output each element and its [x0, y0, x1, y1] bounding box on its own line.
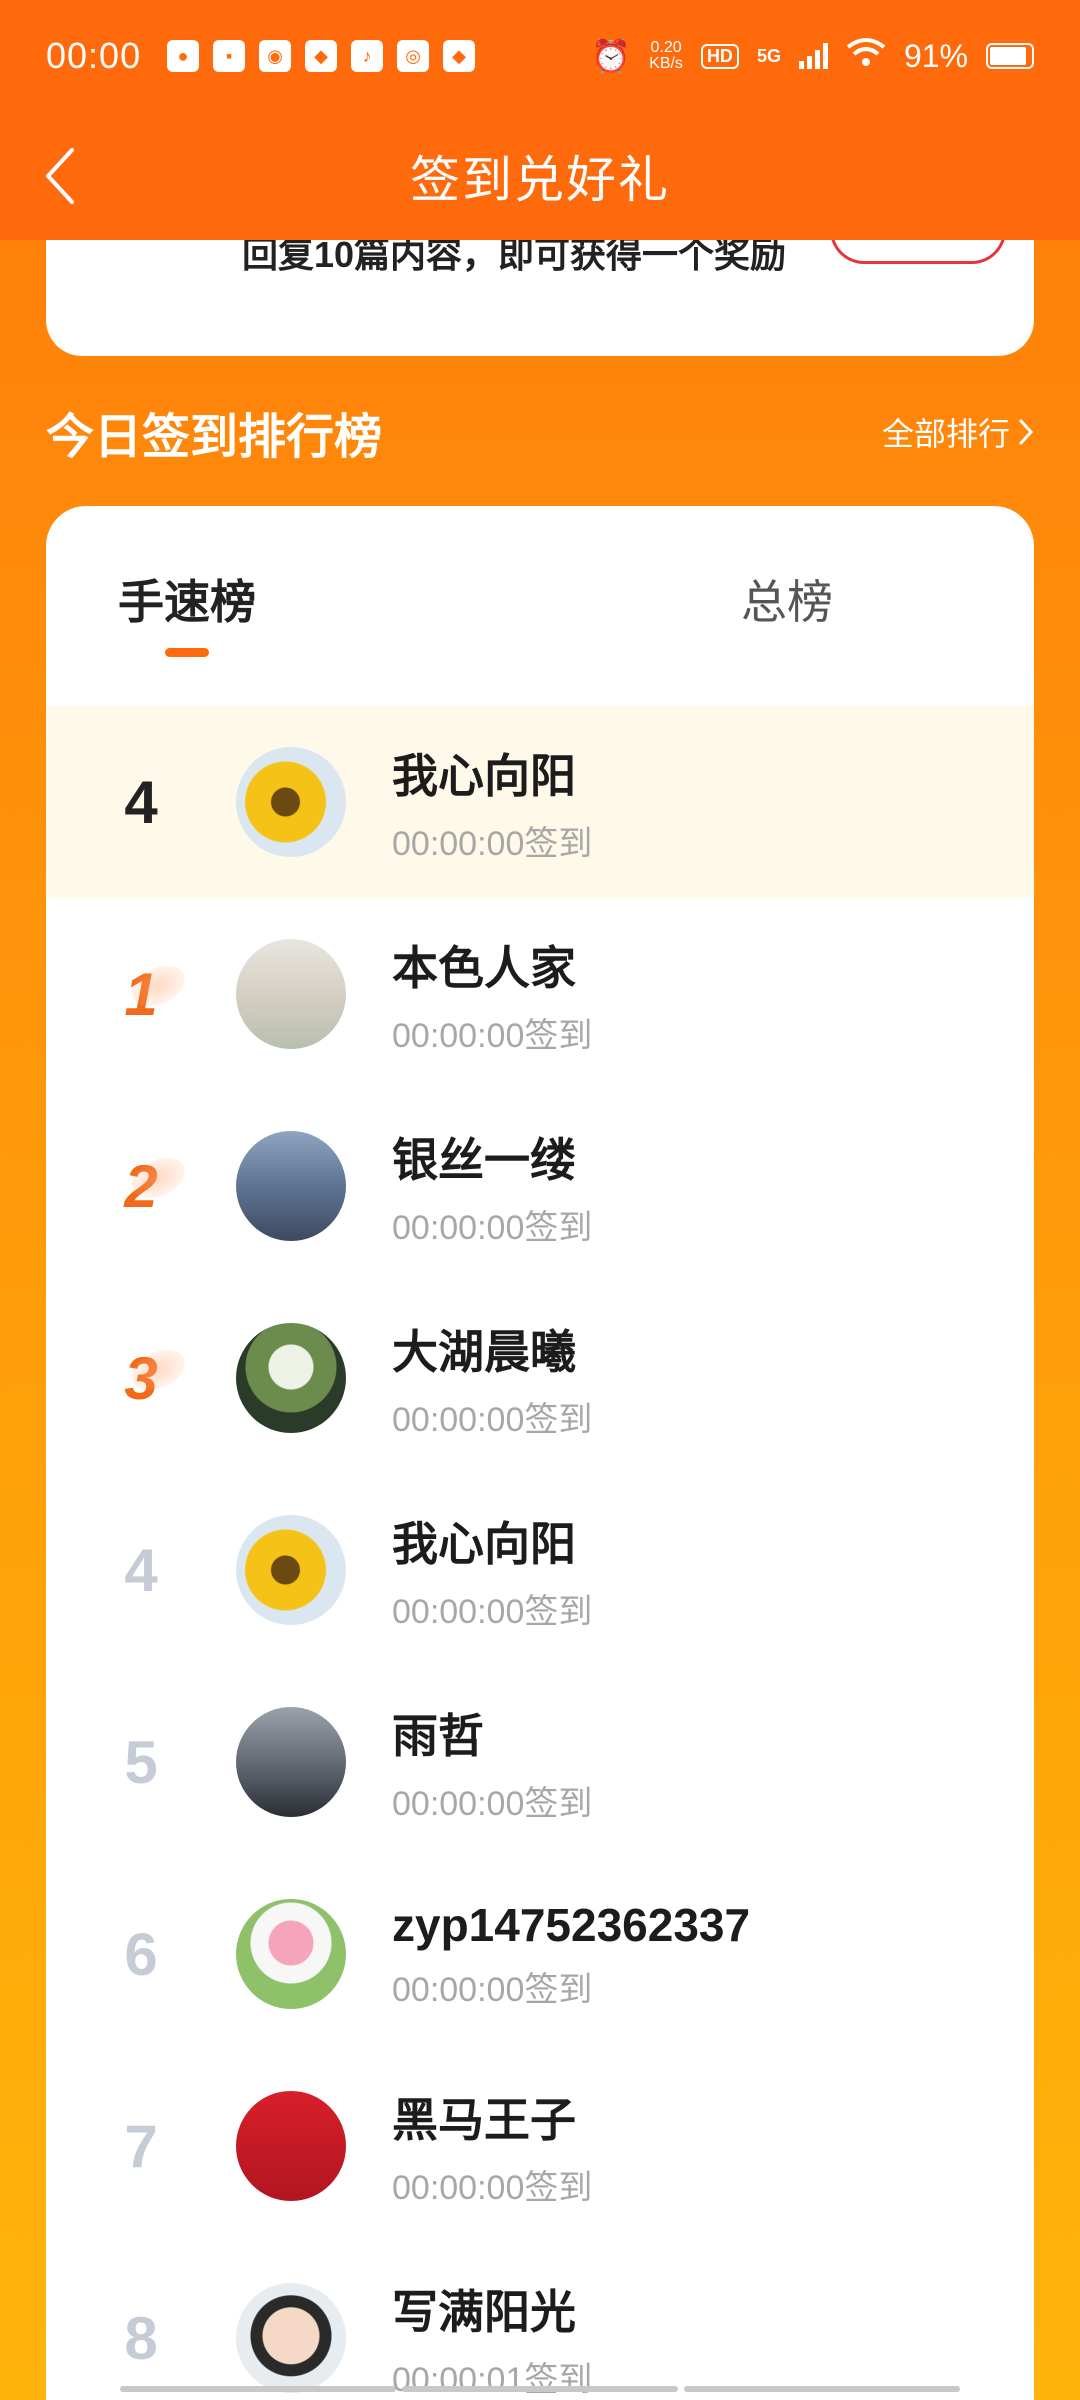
table-row[interactable]: 1 本色人家 00:00:00签到 [46, 898, 1034, 1090]
alipay-icon: ◆ [305, 40, 338, 72]
rank-number: 6 [124, 1920, 158, 1988]
table-row[interactable]: 2 银丝一缕 00:00:00签到 [46, 1090, 1034, 1282]
indicator-segment [120, 2386, 396, 2392]
page-title: 签到兑好礼 [410, 152, 670, 208]
net-speed-value: 0.20 [650, 39, 682, 56]
ranking-card: 手速榜 总榜 4 我心向阳 00:00:00签到 1 本色人家 00:00:00… [46, 506, 1034, 2400]
rank-number: 8 [124, 2304, 158, 2372]
sign-in-time: 00:00:01签到 [392, 2360, 593, 2399]
my-rank-number: 4 [124, 768, 158, 836]
tiktok-icon: ♪ [351, 40, 384, 72]
chevron-left-icon [46, 148, 74, 204]
wifi-icon [846, 37, 886, 75]
tab-label: 手速榜 [118, 576, 256, 628]
alarm-icon: ⏰ [591, 38, 632, 74]
sign-in-time: 00:00:00签到 [392, 1592, 593, 1631]
rank-number: 3 [46, 1344, 236, 1413]
user-info: 大湖晨曦 00:00:00签到 [392, 1316, 592, 1441]
avatar[interactable] [236, 2091, 346, 2201]
sign-in-time: 00:00:00签到 [392, 824, 593, 863]
network-type: 5G [756, 45, 781, 66]
user-info: 我心向阳 00:00:00签到 [392, 740, 592, 865]
hd-badge: HD [700, 43, 739, 69]
qq-browser-icon: ◎ [397, 40, 430, 72]
sign-in-time: 00:00:00签到 [392, 1400, 593, 1439]
notification-icons: ● ▪ ◉ ◆ ♪ ◎ ◆ [167, 40, 476, 72]
user-name: 雨哲 [392, 1709, 484, 1762]
user-name: 我心向阳 [392, 749, 576, 802]
sign-in-time: 00:00:00签到 [392, 1784, 593, 1823]
net-speed-unit: KB/s [649, 55, 683, 72]
battery-level [990, 47, 1027, 65]
back-button[interactable] [30, 146, 90, 206]
status-bar: 00:00 ● ▪ ◉ ◆ ♪ ◎ ◆ ⏰ 0.20 KB/s HD 5G 91… [0, 0, 1080, 112]
table-row[interactable]: 5 雨哲 00:00:00签到 [46, 1666, 1034, 1858]
tab-label: 总榜 [741, 576, 833, 628]
user-name: 本色人家 [392, 941, 576, 994]
net-speed: 0.20 KB/s [649, 40, 683, 72]
avatar[interactable] [236, 1323, 346, 1433]
table-row[interactable]: 6 zyp14752362337 00:00:00签到 [46, 1858, 1034, 2050]
ranking-header: 今日签到排行榜 全部排行 [46, 392, 1034, 472]
app-icon-red: ◉ [259, 40, 292, 72]
nav-bar: 签到兑好礼 [0, 112, 1080, 240]
tab-total-ranking[interactable]: 总榜 [540, 506, 1034, 706]
sign-in-time: 00:00:00签到 [392, 1016, 593, 1055]
my-rank-row[interactable]: 4 我心向阳 00:00:00签到 [46, 706, 1034, 898]
rank-number: 4 [124, 1536, 158, 1604]
sign-in-time: 00:00:00签到 [392, 1208, 593, 1247]
sign-in-time: 00:00:00签到 [392, 2168, 593, 2207]
avatar[interactable] [236, 747, 346, 857]
user-info: 银丝一缕 00:00:00签到 [392, 1124, 592, 1249]
status-indicators: ⏰ 0.20 KB/s HD 5G 91% [591, 37, 1034, 75]
user-info: 我心向阳 00:00:00签到 [392, 1508, 592, 1633]
ranking-title: 今日签到排行榜 [46, 411, 383, 464]
wechat-icon: ● [167, 40, 200, 72]
user-name: 大湖晨曦 [392, 1325, 576, 1378]
rank-number: 1 [46, 960, 236, 1029]
user-info: 黑马王子 00:00:00签到 [392, 2084, 592, 2209]
header: 00:00 ● ▪ ◉ ◆ ♪ ◎ ◆ ⏰ 0.20 KB/s HD 5G 91… [0, 0, 1080, 240]
user-name: 银丝一缕 [392, 1133, 576, 1186]
ranking-tabs: 手速榜 总榜 [46, 506, 1034, 706]
indicator-segment [402, 2386, 678, 2392]
avatar[interactable] [236, 1899, 346, 2009]
battery-icon [986, 43, 1034, 69]
user-info: 本色人家 00:00:00签到 [392, 932, 592, 1057]
signal-icon [798, 43, 828, 69]
all-ranking-label: 全部排行 [881, 416, 1010, 452]
rank-number: 5 [124, 1728, 158, 1796]
tab-speed-ranking[interactable]: 手速榜 [46, 506, 540, 706]
user-info: 雨哲 00:00:00签到 [392, 1700, 592, 1825]
avatar[interactable] [236, 1515, 346, 1625]
user-name: 写满阳光 [392, 2285, 576, 2338]
avatar[interactable] [236, 2283, 346, 2393]
chevron-right-icon [1019, 419, 1034, 445]
alipay-icon: ◆ [443, 40, 476, 72]
avatar[interactable] [236, 1707, 346, 1817]
search-app-icon: ▪ [213, 40, 246, 72]
user-name: 黑马王子 [392, 2093, 576, 2146]
status-time: 00:00 [46, 35, 142, 76]
table-row[interactable]: 4 我心向阳 00:00:00签到 [46, 1474, 1034, 1666]
user-name: zyp14752362337 [392, 1898, 751, 1951]
table-row[interactable]: 3 大湖晨曦 00:00:00签到 [46, 1282, 1034, 1474]
user-info: zyp14752362337 00:00:00签到 [392, 1898, 750, 2011]
avatar[interactable] [236, 1131, 346, 1241]
user-info: 写满阳光 00:00:01签到 [392, 2276, 592, 2400]
indicator-segment [684, 2386, 960, 2392]
rank-number: 7 [124, 2112, 158, 2180]
tab-active-indicator [165, 648, 209, 657]
table-row[interactable]: 7 黑马王子 00:00:00签到 [46, 2050, 1034, 2242]
bottom-indicator [120, 2386, 960, 2392]
all-ranking-link[interactable]: 全部排行 [882, 409, 1034, 455]
battery-percent: 91% [903, 37, 968, 74]
rank-number: 2 [46, 1152, 236, 1221]
avatar[interactable] [236, 939, 346, 1049]
user-name: 我心向阳 [392, 1517, 576, 1570]
sign-in-time: 00:00:00签到 [392, 1970, 593, 2009]
table-row[interactable]: 8 写满阳光 00:00:01签到 [46, 2242, 1034, 2400]
